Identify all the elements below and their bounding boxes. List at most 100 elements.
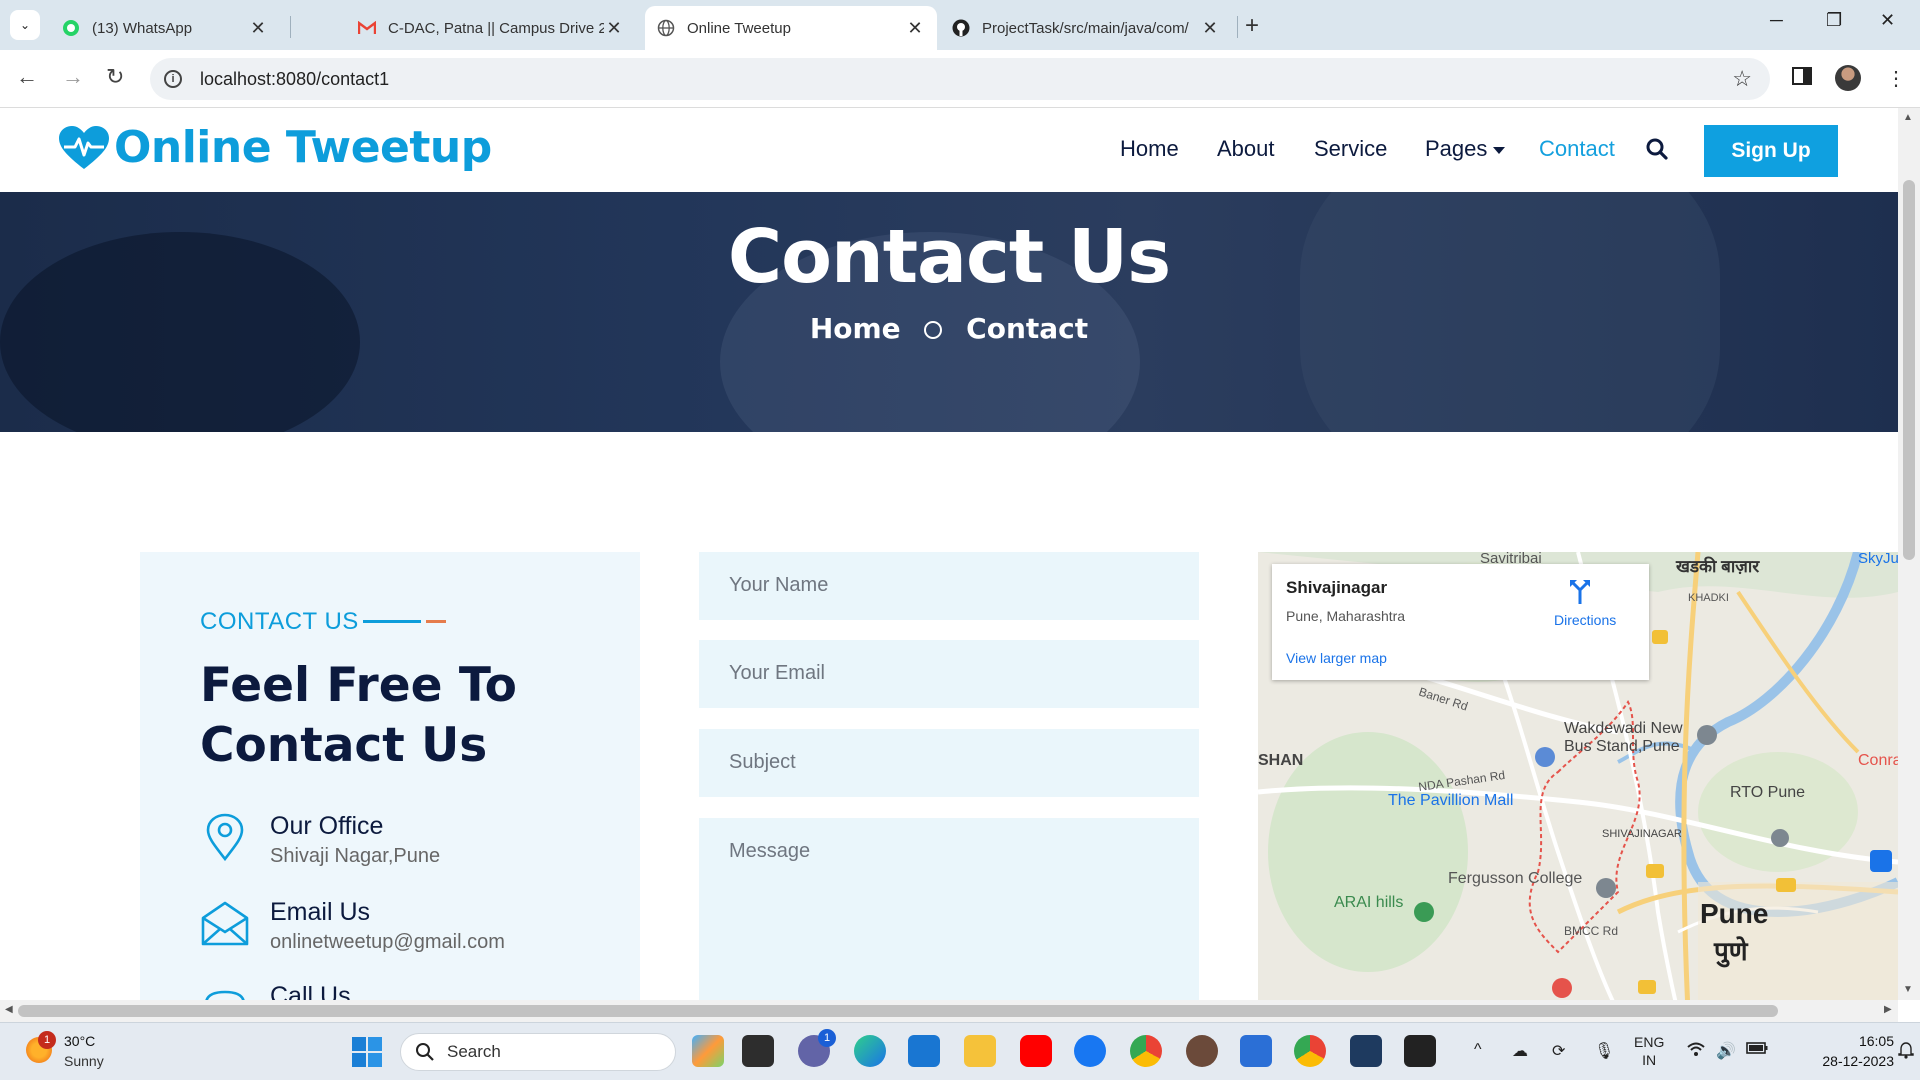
- view-larger-map-link[interactable]: View larger map: [1286, 650, 1387, 666]
- edge-icon[interactable]: [854, 1035, 886, 1067]
- url-text: localhost:8080/contact1: [200, 68, 390, 89]
- office-value: Shivaji Nagar,Pune: [270, 845, 441, 867]
- language-indicator[interactable]: ENG IN: [1634, 1033, 1664, 1069]
- address-bar[interactable]: i localhost:8080/contact1 ☆: [150, 58, 1770, 100]
- battery-icon[interactable]: [1746, 1041, 1768, 1060]
- terminal-icon[interactable]: [1404, 1035, 1436, 1067]
- tab-bar: ⌄ (13) WhatsApp ✕ C-DAC, Patna || Campus…: [0, 0, 1920, 50]
- file-explorer-icon[interactable]: [964, 1035, 996, 1067]
- app-avatar-icon[interactable]: [1186, 1035, 1218, 1067]
- nav-pages-label: Pages: [1425, 136, 1488, 161]
- map-label: Wakdewadi New Bus Stand,Pune: [1564, 720, 1683, 755]
- taskbar-search-label: Search: [447, 1042, 501, 1061]
- gmail-icon: [358, 19, 376, 37]
- office-label: Our Office: [270, 812, 384, 840]
- back-icon[interactable]: ←: [16, 64, 38, 90]
- clock-time: 16:05: [1858, 1033, 1894, 1049]
- tab-online-tweetup[interactable]: Online Tweetup ✕: [645, 6, 937, 50]
- subject-input[interactable]: Subject: [699, 729, 1199, 797]
- youtube-icon[interactable]: [1020, 1035, 1052, 1067]
- windows-start-icon[interactable]: [352, 1037, 382, 1072]
- bookmark-star-icon[interactable]: ☆: [1732, 66, 1752, 92]
- nav-contact[interactable]: Contact: [1539, 136, 1615, 162]
- restore-icon[interactable]: ❐: [1826, 10, 1842, 31]
- breadcrumb: Home Contact: [0, 312, 1898, 345]
- map-label: SHIVAJINAGAR: [1602, 828, 1682, 840]
- mail-icon[interactable]: [908, 1035, 940, 1067]
- scroll-right-icon[interactable]: ▶: [1884, 1004, 1892, 1015]
- tab-title: (13) WhatsApp: [92, 19, 193, 37]
- map-place-name: Shivajinagar: [1286, 578, 1388, 597]
- weather-desc[interactable]: Sunny: [64, 1053, 104, 1069]
- close-icon[interactable]: ✕: [1200, 18, 1220, 39]
- tab-title: ProjectTask/src/main/java/com/: [982, 19, 1189, 37]
- lang-primary: ENG: [1634, 1034, 1665, 1050]
- close-icon[interactable]: ✕: [248, 18, 268, 39]
- taskbar-search[interactable]: Search: [400, 1033, 676, 1071]
- close-window-icon[interactable]: ✕: [1880, 10, 1895, 31]
- onedrive-icon[interactable]: ☁: [1512, 1041, 1528, 1061]
- reload-icon[interactable]: ↻: [106, 64, 124, 90]
- tab-whatsapp[interactable]: (13) WhatsApp ✕: [50, 6, 280, 50]
- email-label: Email Us: [270, 898, 371, 926]
- section-eyebrow: CONTACT US: [200, 608, 359, 635]
- vertical-scrollbar[interactable]: ▲ ▼: [1898, 108, 1920, 1000]
- office-info: Our Office Shivaji Nagar,Pune: [200, 812, 440, 868]
- tab-gmail[interactable]: C-DAC, Patna || Campus Drive 2 ✕: [346, 6, 636, 50]
- scroll-up-icon[interactable]: ▲: [1903, 112, 1913, 123]
- chevron-up-icon[interactable]: ^: [1474, 1041, 1482, 1059]
- close-icon[interactable]: ✕: [604, 18, 624, 39]
- google-map[interactable]: Savitribai खडकी बाज़ार KHADKI SkyJu Bane…: [1258, 552, 1898, 1000]
- chrome-profile-icon[interactable]: [1294, 1035, 1326, 1067]
- scrollbar-thumb[interactable]: [18, 1005, 1778, 1017]
- directions-link[interactable]: Directions: [1554, 612, 1616, 628]
- hero-banner: Contact Us Home Contact: [0, 192, 1898, 432]
- volume-icon[interactable]: 🔊: [1716, 1041, 1736, 1061]
- name-input[interactable]: Your Name: [699, 552, 1199, 620]
- system-clock[interactable]: 16:05 28-12-2023: [1820, 1031, 1894, 1071]
- notepad-icon[interactable]: [1240, 1035, 1272, 1067]
- microphone-icon[interactable]: 🎙: [1594, 1041, 1614, 1061]
- nav-about[interactable]: About: [1217, 136, 1275, 162]
- wifi-icon[interactable]: [1686, 1041, 1706, 1062]
- map-label: The Pavillion Mall: [1388, 792, 1514, 809]
- sign-up-button[interactable]: Sign Up: [1704, 125, 1838, 177]
- forward-icon[interactable]: →: [62, 64, 84, 90]
- message-textarea[interactable]: Message: [699, 818, 1199, 1000]
- nav-service[interactable]: Service: [1314, 136, 1387, 162]
- facebook-icon[interactable]: [1074, 1035, 1106, 1067]
- scroll-left-icon[interactable]: ◀: [5, 1004, 13, 1015]
- side-panel-icon[interactable]: [1792, 66, 1812, 92]
- nav-pages[interactable]: Pages: [1425, 136, 1506, 162]
- sync-icon[interactable]: ⟳: [1552, 1041, 1565, 1061]
- task-view-icon[interactable]: [742, 1035, 774, 1067]
- directions-icon[interactable]: [1568, 578, 1592, 604]
- search-icon[interactable]: [1646, 138, 1668, 165]
- email-input[interactable]: Your Email: [699, 640, 1199, 708]
- ide-icon[interactable]: [1350, 1035, 1382, 1067]
- site-info-icon[interactable]: i: [164, 70, 182, 88]
- chrome-icon[interactable]: [1130, 1035, 1162, 1067]
- weather-temp[interactable]: 30°C: [64, 1033, 95, 1049]
- map-label: Fergusson College: [1448, 870, 1583, 887]
- tab-github[interactable]: ProjectTask/src/main/java/com/ ✕: [940, 6, 1232, 50]
- nav-home[interactable]: Home: [1120, 136, 1179, 162]
- clock-date: 28-12-2023: [1822, 1053, 1894, 1069]
- scrollbar-thumb[interactable]: [1903, 180, 1915, 560]
- map-place-card: Shivajinagar Pune, Maharashtra View larg…: [1272, 564, 1649, 680]
- minimize-icon[interactable]: ─: [1770, 10, 1783, 31]
- heart-pulse-icon: [59, 125, 109, 169]
- horizontal-scrollbar[interactable]: ◀ ▶: [0, 1000, 1898, 1022]
- new-tab-button[interactable]: +: [1245, 12, 1259, 40]
- tab-title: C-DAC, Patna || Campus Drive 2: [388, 19, 604, 37]
- menu-kebab-icon[interactable]: ⋮: [1886, 66, 1906, 91]
- tab-search-button[interactable]: ⌄: [10, 10, 40, 40]
- scroll-down-icon[interactable]: ▼: [1903, 984, 1913, 995]
- close-icon[interactable]: ✕: [905, 18, 925, 39]
- email-value[interactable]: onlinetweetup@gmail.com: [270, 931, 505, 954]
- copilot-icon[interactable]: [692, 1035, 724, 1067]
- notification-bell-icon[interactable]: [1898, 1041, 1914, 1064]
- breadcrumb-home[interactable]: Home: [810, 312, 901, 345]
- site-logo[interactable]: Online Tweetup: [58, 122, 492, 173]
- profile-avatar[interactable]: [1835, 65, 1861, 91]
